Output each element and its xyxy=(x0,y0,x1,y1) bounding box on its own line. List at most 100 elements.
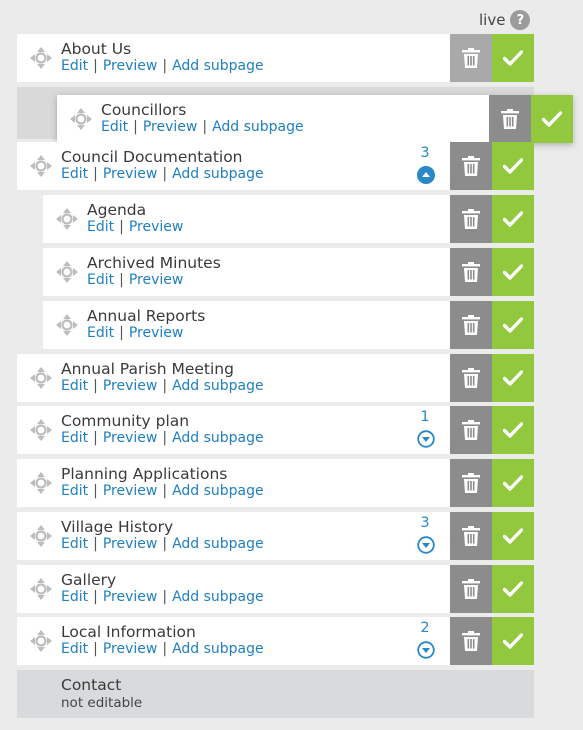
add-subpage-link[interactable]: Add subpage xyxy=(172,166,264,182)
live-toggle-button[interactable] xyxy=(492,565,534,613)
live-toggle-button[interactable] xyxy=(492,512,534,560)
live-toggle-button[interactable] xyxy=(492,301,534,349)
drag-handle-icon[interactable] xyxy=(29,524,53,548)
live-toggle-button[interactable] xyxy=(492,142,534,190)
edit-link[interactable]: Edit xyxy=(87,272,114,288)
preview-link[interactable]: Preview xyxy=(129,219,184,235)
page-row[interactable]: Village History Edit | Preview | Add subpage 3 xyxy=(17,512,534,560)
preview-link[interactable]: Preview xyxy=(129,272,184,288)
expand-icon[interactable] xyxy=(417,641,435,659)
link-separator: | xyxy=(93,536,98,552)
live-toggle-button[interactable] xyxy=(492,617,534,665)
delete-button[interactable] xyxy=(450,617,492,665)
collapse-icon[interactable] xyxy=(417,166,435,184)
drag-handle-icon[interactable] xyxy=(69,107,93,131)
delete-button[interactable] xyxy=(450,248,492,296)
trash-icon xyxy=(462,368,480,388)
page-row[interactable]: Local Information Edit | Preview | Add subpag… xyxy=(17,617,534,665)
edit-link[interactable]: Edit xyxy=(101,119,128,135)
page-row-body: Annual Parish Meeting Edit | Preview | Add su… xyxy=(17,354,450,402)
edit-link[interactable]: Edit xyxy=(61,641,88,657)
edit-link[interactable]: Edit xyxy=(61,58,88,74)
checkmark-icon xyxy=(503,370,523,386)
delete-button[interactable] xyxy=(450,512,492,560)
add-subpage-link[interactable]: Add subpage xyxy=(172,378,264,394)
drag-handle-icon[interactable] xyxy=(29,366,53,390)
page-row[interactable]: Annual Parish Meeting Edit | Preview | Add su… xyxy=(17,354,534,402)
edit-link[interactable]: Edit xyxy=(61,430,88,446)
drag-handle-icon[interactable] xyxy=(29,154,53,178)
edit-link[interactable]: Edit xyxy=(87,325,114,341)
page-row[interactable]: About Us Edit | Preview | Add subpage xyxy=(17,34,534,82)
drag-handle-icon[interactable] xyxy=(29,418,53,442)
edit-link[interactable]: Edit xyxy=(61,166,88,182)
preview-link[interactable]: Preview xyxy=(103,589,158,605)
preview-link[interactable]: Preview xyxy=(103,483,158,499)
live-toggle-button[interactable] xyxy=(492,248,534,296)
drag-handle-icon[interactable] xyxy=(29,577,53,601)
delete-button[interactable] xyxy=(450,142,492,190)
link-separator: | xyxy=(119,325,124,341)
page-row[interactable]: Annual Reports Edit | Preview xyxy=(43,301,534,349)
page-row-dragging[interactable]: Councillors Edit | Preview | Add subpage xyxy=(57,95,573,143)
expand-icon[interactable] xyxy=(417,430,435,448)
live-toggle-button[interactable] xyxy=(531,95,573,143)
delete-button[interactable] xyxy=(450,406,492,454)
page-actions: Edit | Preview | Add subpage xyxy=(61,378,264,395)
expand-icon[interactable] xyxy=(417,536,435,554)
page-title: Contact xyxy=(61,676,122,694)
preview-link[interactable]: Preview xyxy=(103,536,158,552)
preview-link[interactable]: Preview xyxy=(143,119,198,135)
delete-button[interactable] xyxy=(450,354,492,402)
live-toggle-button[interactable] xyxy=(492,459,534,507)
page-title: Local Information xyxy=(61,623,196,641)
preview-link[interactable]: Preview xyxy=(129,325,184,341)
edit-link[interactable]: Edit xyxy=(87,219,114,235)
drag-handle-icon[interactable] xyxy=(55,313,79,337)
edit-link[interactable]: Edit xyxy=(61,378,88,394)
drag-handle-icon[interactable] xyxy=(29,471,53,495)
live-toggle-button[interactable] xyxy=(492,34,534,82)
drag-handle-icon[interactable] xyxy=(29,629,53,653)
delete-button[interactable] xyxy=(450,301,492,349)
preview-link[interactable]: Preview xyxy=(103,430,158,446)
preview-link[interactable]: Preview xyxy=(103,378,158,394)
edit-link[interactable]: Edit xyxy=(61,589,88,605)
page-row[interactable]: Archived Minutes Edit | Preview xyxy=(43,248,534,296)
add-subpage-link[interactable]: Add subpage xyxy=(172,641,264,657)
add-subpage-link[interactable]: Add subpage xyxy=(172,589,264,605)
trash-icon xyxy=(462,473,480,493)
preview-link[interactable]: Preview xyxy=(103,641,158,657)
delete-button[interactable] xyxy=(489,95,531,143)
page-row[interactable]: Community plan Edit | Preview | Add subpage 1 xyxy=(17,406,534,454)
delete-button[interactable] xyxy=(450,459,492,507)
link-separator: | xyxy=(162,483,168,499)
drag-handle-icon[interactable] xyxy=(55,207,79,231)
page-row[interactable]: Planning Applications Edit | Preview | Add su… xyxy=(17,459,534,507)
add-subpage-link[interactable]: Add subpage xyxy=(212,119,304,135)
delete-button[interactable] xyxy=(450,195,492,243)
edit-link[interactable]: Edit xyxy=(61,483,88,499)
live-toggle-button[interactable] xyxy=(492,406,534,454)
link-separator: | xyxy=(119,272,124,288)
trash-icon xyxy=(462,315,480,335)
add-subpage-link[interactable]: Add subpage xyxy=(172,430,264,446)
preview-link[interactable]: Preview xyxy=(103,166,158,182)
add-subpage-link[interactable]: Add subpage xyxy=(172,483,264,499)
live-toggle-button[interactable] xyxy=(492,195,534,243)
live-toggle-button[interactable] xyxy=(492,354,534,402)
add-subpage-link[interactable]: Add subpage xyxy=(172,58,264,74)
add-subpage-link[interactable]: Add subpage xyxy=(172,536,264,552)
delete-button[interactable] xyxy=(450,34,492,82)
link-separator: | xyxy=(162,166,168,182)
help-icon[interactable]: ? xyxy=(510,10,531,30)
edit-link[interactable]: Edit xyxy=(61,536,88,552)
checkmark-icon xyxy=(503,158,523,174)
drag-handle-icon[interactable] xyxy=(55,260,79,284)
preview-link[interactable]: Preview xyxy=(103,58,158,74)
drag-handle-icon[interactable] xyxy=(29,46,53,70)
page-row[interactable]: Agenda Edit | Preview xyxy=(43,195,534,243)
delete-button[interactable] xyxy=(450,565,492,613)
page-row[interactable]: Gallery Edit | Preview | Add subpage xyxy=(17,565,534,613)
page-row[interactable]: Council Documentation Edit | Preview | Add su… xyxy=(17,142,534,190)
